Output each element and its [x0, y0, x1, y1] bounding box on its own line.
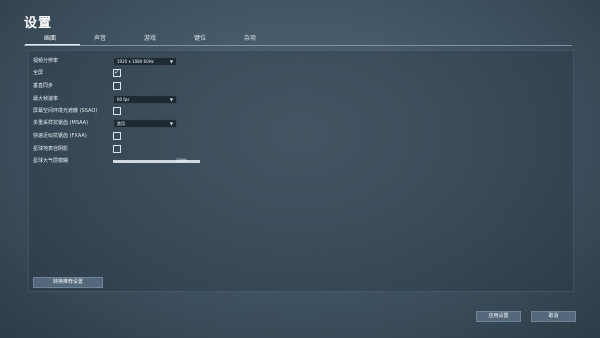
atmosphere-blur-label: 星球大气层模糊	[33, 158, 69, 164]
setting-row-msaa: 多重采样抗锯齿 (MSAA) 禁用 ▼	[33, 118, 293, 128]
max-fps-value: 60 fps	[117, 97, 130, 102]
tab-game[interactable]: 游戏	[144, 33, 156, 42]
msaa-value: 禁用	[117, 121, 125, 126]
setting-row-atmosphere-blur: 星球大气层模糊 100%	[33, 156, 293, 166]
recommended-settings-button[interactable]: 转换推荐设置	[33, 277, 103, 288]
tab-sound[interactable]: 声音	[94, 33, 106, 42]
chevron-down-icon: ▼	[169, 59, 173, 64]
tab-divider	[24, 45, 572, 46]
setting-row-fxaa: 快速近似抗锯齿 (FXAA)	[33, 131, 293, 141]
vsync-label: 垂直同步	[33, 83, 54, 89]
fullscreen-checkbox[interactable]: ✓	[113, 68, 121, 77]
tab-misc[interactable]: 杂项	[244, 33, 256, 42]
setting-row-ssao: 屏幕空间环境光遮蔽 (SSAO)	[33, 106, 293, 116]
fullscreen-label: 全屏	[33, 70, 44, 76]
tab-bar: 画面 声音 游戏 键位 杂项	[24, 33, 572, 45]
setting-row-vsync: 垂直同步	[33, 81, 293, 91]
apply-settings-button[interactable]: 应用设置	[476, 311, 521, 322]
msaa-select[interactable]: 禁用 ▼	[113, 119, 177, 128]
ssao-label: 屏幕空间环境光遮蔽 (SSAO)	[33, 108, 98, 114]
vsync-checkbox[interactable]	[113, 82, 121, 90]
chevron-down-icon: ▼	[169, 121, 173, 126]
max-fps-select[interactable]: 60 fps ▼	[113, 95, 177, 104]
setting-row-max-fps: 最大帧速率 60 fps ▼	[33, 94, 293, 104]
settings-title: 设置	[24, 16, 53, 31]
fxaa-checkbox[interactable]	[113, 132, 121, 140]
atmosphere-blur-value: 100%	[176, 158, 188, 163]
resolution-value: 1920 x 1080 60Hz	[117, 59, 154, 64]
setting-row-resolution: 视频分辨率 1920 x 1080 60Hz ▼	[33, 56, 293, 66]
msaa-label: 多重采样抗锯齿 (MSAA)	[33, 120, 89, 126]
check-icon: ✓	[114, 68, 120, 76]
planet-shadows-checkbox[interactable]	[113, 145, 121, 153]
setting-row-fullscreen: 全屏 ✓	[33, 68, 293, 78]
ssao-checkbox[interactable]	[113, 107, 121, 115]
planet-shadows-label: 星球地表自阴影	[33, 146, 69, 152]
cancel-button[interactable]: 取消	[531, 311, 576, 322]
setting-row-planet-shadows: 星球地表自阴影	[33, 144, 293, 154]
chevron-down-icon: ▼	[169, 97, 173, 102]
resolution-select[interactable]: 1920 x 1080 60Hz ▼	[113, 57, 177, 66]
resolution-label: 视频分辨率	[33, 58, 59, 64]
tab-keybinds[interactable]: 键位	[194, 33, 206, 42]
max-fps-label: 最大帧速率	[33, 96, 59, 102]
fxaa-label: 快速近似抗锯齿 (FXAA)	[33, 133, 87, 139]
tab-graphics[interactable]: 画面	[44, 33, 56, 42]
